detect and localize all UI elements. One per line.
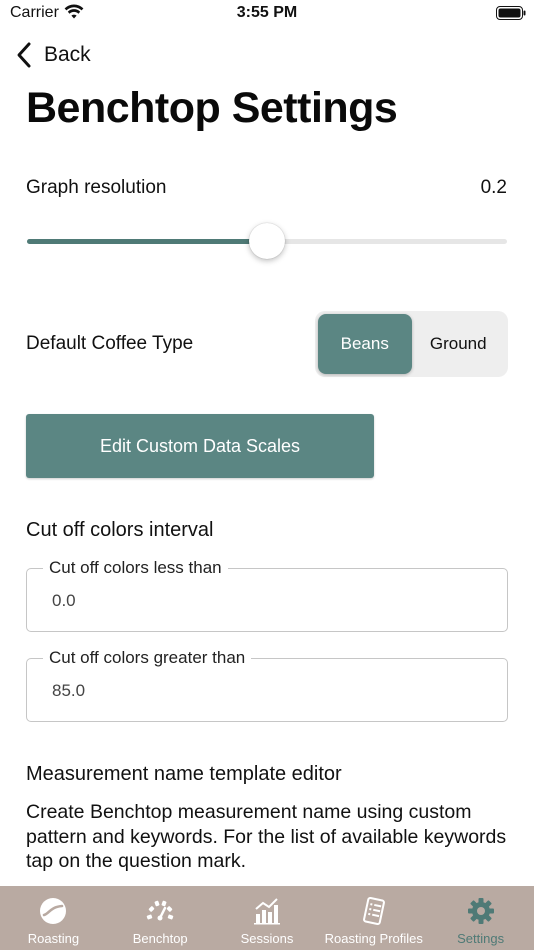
graph-resolution-value: 0.2 <box>480 177 507 198</box>
back-button[interactable]: Back <box>14 40 91 70</box>
cutoff-greater-than-field: Cut off colors greater than <box>26 648 508 722</box>
clock: 3:55 PM <box>236 4 298 21</box>
page-title: Benchtop Settings <box>26 84 398 132</box>
tab-label: Roasting <box>27 931 80 946</box>
tab-label: Roasting Profiles <box>324 931 423 946</box>
slider-fill <box>27 239 267 244</box>
status-bar: Carrier 3:55 PM <box>0 0 534 30</box>
tab-roasting-profiles[interactable]: Roasting Profiles <box>320 886 427 950</box>
tab-sessions[interactable]: Sessions <box>214 886 321 950</box>
graph-resolution-slider[interactable] <box>27 223 507 259</box>
battery-icon <box>496 6 526 20</box>
cutoff-less-than-field: Cut off colors less than <box>26 558 508 632</box>
graph-resolution-label: Graph resolution <box>26 177 167 198</box>
default-coffee-type-label: Default Coffee Type <box>26 333 194 354</box>
bar-chart-icon <box>253 898 280 925</box>
tab-settings[interactable]: Settings <box>427 886 534 950</box>
tab-benchtop[interactable]: Benchtop <box>107 886 214 950</box>
tab-roasting[interactable]: Roasting <box>0 886 107 950</box>
edit-custom-data-scales-button[interactable]: Edit Custom Data Scales <box>26 414 374 478</box>
gauge-icon <box>146 900 174 921</box>
document-list-icon <box>362 896 385 926</box>
template-editor-title: Measurement name template editor <box>26 763 342 785</box>
tab-label: Sessions <box>240 931 294 946</box>
tab-label: Benchtop <box>132 931 188 946</box>
segment-beans[interactable]: Beans <box>318 314 412 374</box>
chevron-left-icon <box>17 42 31 68</box>
back-label: Back <box>44 43 91 66</box>
cutoff-section-title: Cut off colors interval <box>26 519 214 541</box>
tab-bar: Roasting Benchtop Sessions Roasting Prof… <box>0 886 534 950</box>
slider-thumb[interactable] <box>249 223 285 259</box>
coffee-type-segmented-control: Beans Ground <box>315 311 508 377</box>
gear-icon <box>467 898 494 924</box>
cutoff-less-than-input[interactable] <box>52 591 472 611</box>
template-editor-description: Create Benchtop measurement name using c… <box>26 801 507 872</box>
coffee-bean-icon <box>40 898 67 924</box>
cutoff-greater-than-input[interactable] <box>52 681 472 701</box>
cutoff-greater-than-label: Cut off colors greater than <box>43 648 252 668</box>
tab-label: Settings <box>457 931 505 946</box>
cutoff-less-than-label: Cut off colors less than <box>43 558 228 578</box>
segment-ground[interactable]: Ground <box>412 314 506 374</box>
